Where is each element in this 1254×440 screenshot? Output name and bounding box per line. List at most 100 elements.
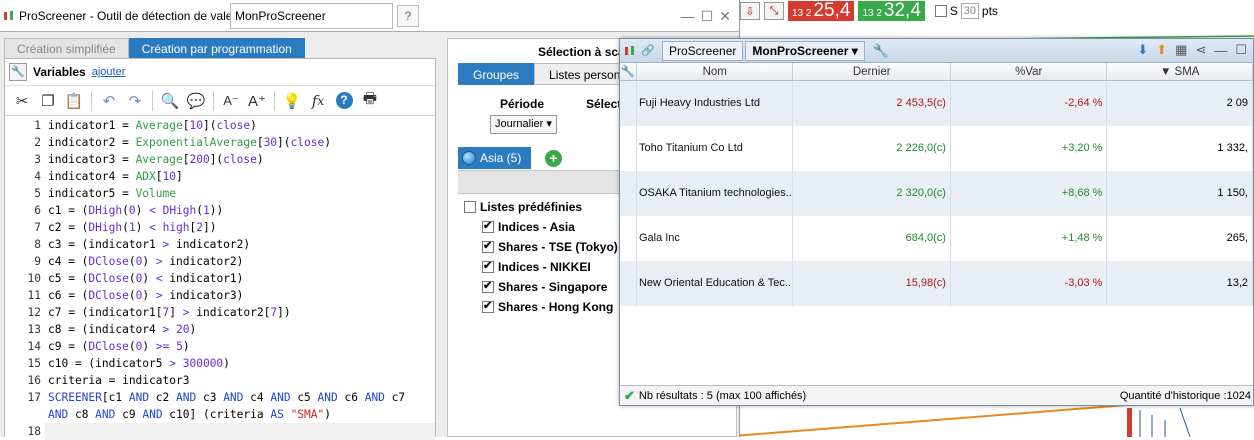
wrench-icon[interactable]: 🔧 bbox=[620, 63, 637, 80]
code-line[interactable]: 2 indicator2 = ExponentialAverage[30](clo… bbox=[5, 134, 435, 151]
comment-icon[interactable]: 💬 bbox=[185, 90, 207, 112]
table-row[interactable]: Toho Titanium Co Ltd 2 226,0(c) +3,20 % 1 3… bbox=[620, 126, 1253, 171]
chart-zoom-icon[interactable]: ⤡ bbox=[764, 2, 784, 20]
item-checkbox[interactable] bbox=[482, 299, 494, 313]
cell-name[interactable]: New Oriental Education & Tec... bbox=[637, 261, 794, 306]
code-line[interactable]: 15 c10 = (indicator5 > 300000) bbox=[5, 355, 435, 372]
tree-item[interactable]: Shares - Singapore bbox=[464, 277, 618, 297]
wrench-icon[interactable]: 🔧 bbox=[9, 63, 27, 81]
code-line[interactable]: 14 c9 = (DClose(0) >= 5) bbox=[5, 338, 435, 355]
cell-name[interactable]: Fuji Heavy Industries Ltd bbox=[637, 81, 794, 126]
code-line[interactable]: 11 c6 = (DClose(0) > indicator3) bbox=[5, 287, 435, 304]
help-circle-icon[interactable]: ? bbox=[333, 90, 355, 112]
line-code[interactable]: c10 = (indicator5 > 300000) bbox=[45, 355, 230, 372]
download-icon[interactable]: ⬇ bbox=[1137, 42, 1148, 58]
line-code[interactable]: indicator5 = Volume bbox=[45, 185, 176, 202]
code-editor[interactable]: 1 indicator1 = Average[10](close) 2 indicat… bbox=[5, 117, 435, 440]
table-row[interactable]: Gala Inc 684,0(c) +1,48 % 265, bbox=[620, 216, 1253, 261]
line-code[interactable]: criteria = indicator3 bbox=[45, 372, 189, 389]
cut-icon[interactable]: ✂ bbox=[11, 90, 33, 112]
tree-item[interactable]: Shares - TSE (Tokyo) bbox=[464, 237, 618, 257]
code-line[interactable]: 3 indicator3 = Average[200](close) bbox=[5, 151, 435, 168]
line-code[interactable]: c5 = (DClose(0) < indicator1) bbox=[45, 270, 243, 287]
tab-groups[interactable]: Groupes bbox=[458, 63, 535, 85]
code-line[interactable]: 8 c3 = (indicator1 > indicator2) bbox=[5, 236, 435, 253]
table-row[interactable]: Fuji Heavy Industries Ltd 2 453,5(c) -2,64… bbox=[620, 81, 1253, 126]
tab-simple-creation[interactable]: Création simplifiée bbox=[4, 38, 129, 58]
item-checkbox[interactable] bbox=[482, 219, 494, 233]
column-nom[interactable]: Nom bbox=[637, 63, 794, 80]
line-code[interactable]: c7 = (indicator1[7] > indicator2[7]) bbox=[45, 304, 291, 321]
add-group-button[interactable]: + bbox=[545, 150, 562, 167]
wrench-icon[interactable]: 🔧 bbox=[873, 43, 889, 59]
tree-item[interactable]: Indices - Asia bbox=[464, 217, 618, 237]
tree-item[interactable]: Shares - Hong Kong bbox=[464, 297, 618, 317]
minimize-icon[interactable]: — bbox=[1214, 43, 1227, 58]
line-code[interactable]: c4 = (DClose(0) > indicator2) bbox=[45, 253, 243, 270]
line-code[interactable] bbox=[45, 423, 48, 440]
stop-checkbox[interactable] bbox=[934, 5, 947, 17]
code-line[interactable]: 18 bbox=[5, 423, 435, 440]
code-line[interactable]: 6 c1 = (DHigh(0) < DHigh(1)) bbox=[5, 202, 435, 219]
line-code[interactable]: c8 = (indicator4 > 20) bbox=[45, 321, 196, 338]
column-dernier[interactable]: Dernier bbox=[793, 63, 951, 80]
search-icon[interactable]: 🔍 bbox=[159, 90, 181, 112]
add-variable-link[interactable]: ajouter bbox=[92, 66, 126, 78]
lightbulb-icon[interactable]: 💡 bbox=[281, 90, 303, 112]
code-line[interactable]: 12 c7 = (indicator1[7] > indicator2[7]) bbox=[5, 304, 435, 321]
table-row[interactable]: New Oriental Education & Tec... 15,98(c) -… bbox=[620, 261, 1253, 306]
line-code[interactable]: c1 = (DHigh(0) < DHigh(1)) bbox=[45, 202, 223, 219]
maximize-icon[interactable]: ☐ bbox=[701, 8, 714, 25]
cell-name[interactable]: Gala Inc bbox=[637, 216, 794, 261]
copy-icon[interactable]: ❐ bbox=[37, 90, 59, 112]
cell-name[interactable]: Toho Titanium Co Ltd bbox=[637, 126, 794, 171]
font-increase-icon[interactable]: A⁺ bbox=[246, 90, 268, 112]
undo-icon[interactable]: ↶ bbox=[98, 90, 120, 112]
ask-price-box[interactable]: 13 2 32,4 bbox=[858, 1, 925, 21]
share-icon[interactable]: ⋖ bbox=[1195, 42, 1206, 58]
sell-arrow-icon[interactable]: ⇩ bbox=[740, 2, 760, 20]
line-code[interactable]: c3 = (indicator1 > indicator2) bbox=[45, 236, 250, 253]
line-code[interactable]: c9 = (DClose(0) >= 5) bbox=[45, 338, 190, 355]
code-line[interactable]: 10 c5 = (DClose(0) < indicator1) bbox=[5, 270, 435, 287]
column-var[interactable]: %Var bbox=[951, 63, 1108, 80]
code-line[interactable]: 17 SCREENER[c1 AND c2 AND c3 AND c4 AND c… bbox=[5, 389, 435, 406]
code-line[interactable]: 7 c2 = (DHigh(1) < high[2]) bbox=[5, 219, 435, 236]
pts-input[interactable]: 30 bbox=[960, 3, 979, 19]
layout-icon[interactable]: ▦ bbox=[1175, 42, 1187, 58]
line-code[interactable]: indicator1 = Average[10](close) bbox=[45, 117, 257, 134]
column-sma[interactable]: ▼ SMA bbox=[1107, 63, 1253, 80]
root-checkbox[interactable] bbox=[464, 201, 476, 213]
link-icon[interactable]: 🔗 bbox=[640, 42, 656, 60]
line-code[interactable]: indicator3 = Average[200](close) bbox=[45, 151, 264, 168]
help-icon[interactable]: ? bbox=[397, 5, 419, 27]
item-checkbox[interactable] bbox=[482, 259, 494, 273]
tree-item[interactable]: Indices - NIKKEI bbox=[464, 257, 618, 277]
line-code[interactable]: c2 = (DHigh(1) < high[2]) bbox=[45, 219, 217, 236]
paste-icon[interactable]: 📋 bbox=[63, 90, 85, 112]
code-line[interactable]: 13 c8 = (indicator4 > 20) bbox=[5, 321, 435, 338]
function-icon[interactable]: fx bbox=[307, 90, 329, 112]
screener-name-input[interactable]: MonProScreener bbox=[230, 3, 393, 29]
line-code[interactable]: c6 = (DClose(0) > indicator3) bbox=[45, 287, 243, 304]
line-code[interactable]: indicator2 = ExponentialAverage[30](clos… bbox=[45, 134, 331, 151]
code-line[interactable]: 9 c4 = (DClose(0) > indicator2) bbox=[5, 253, 435, 270]
item-checkbox[interactable] bbox=[482, 279, 494, 293]
minimize-icon[interactable]: — bbox=[681, 8, 695, 25]
item-checkbox[interactable] bbox=[482, 239, 494, 253]
asia-group-tab[interactable]: Asia (5) bbox=[458, 147, 532, 169]
cell-name[interactable]: OSAKA Titanium technologies... bbox=[637, 171, 794, 216]
line-code[interactable]: SCREENER[c1 AND c2 AND c3 AND c4 AND c5 … bbox=[45, 389, 405, 406]
code-line[interactable]: 4 indicator4 = ADX[10] bbox=[5, 168, 435, 185]
redo-icon[interactable]: ↷ bbox=[124, 90, 146, 112]
font-decrease-icon[interactable]: A⁻ bbox=[220, 90, 242, 112]
proscreener-label[interactable]: ProScreener bbox=[662, 40, 744, 61]
maximize-icon[interactable]: ☐ bbox=[1235, 42, 1247, 58]
code-line[interactable]: 1 indicator1 = Average[10](close) bbox=[5, 117, 435, 134]
upload-icon[interactable]: ⬆ bbox=[1156, 42, 1167, 58]
line-code[interactable]: indicator4 = ADX[10] bbox=[45, 168, 183, 185]
table-row[interactable]: OSAKA Titanium technologies... 2 320,0(c)… bbox=[620, 171, 1253, 216]
screener-select[interactable]: MonProScreener ▾ bbox=[745, 40, 865, 61]
period-dropdown[interactable]: Journalier ▾ bbox=[490, 115, 557, 134]
code-line[interactable]: 16 criteria = indicator3 bbox=[5, 372, 435, 389]
